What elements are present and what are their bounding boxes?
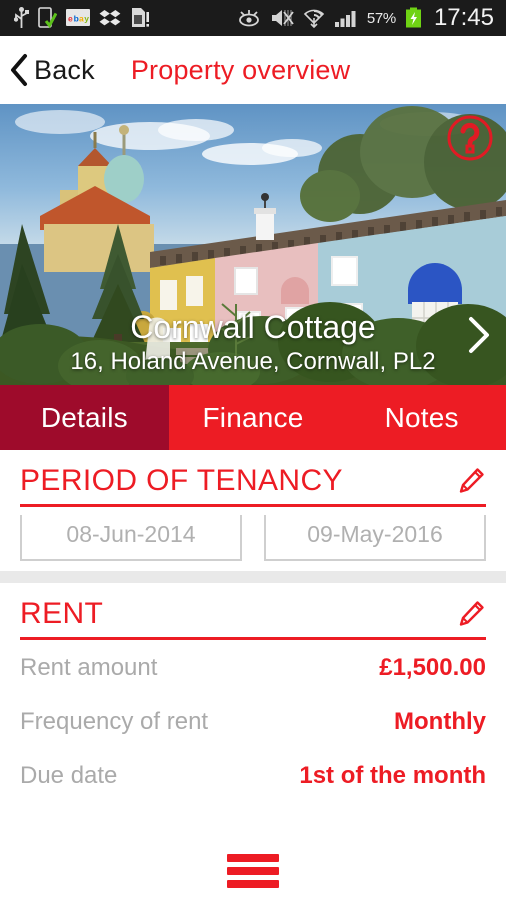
battery-percent-label: 57%	[367, 10, 396, 27]
period-of-tenancy-section: PERIOD OF TENANCY 08-Jun-2014 09-May-201…	[0, 450, 506, 571]
tab-finance-label: Finance	[203, 402, 304, 434]
tenancy-end-date-field[interactable]: 09-May-2016	[264, 515, 486, 561]
rent-due-date-row[interactable]: Due date 1st of the month	[20, 748, 486, 802]
phone-sync-icon	[38, 7, 57, 29]
property-photo[interactable]: Cornwall Cottage 16, Holand Avenue, Corn…	[0, 104, 506, 385]
question-mark-circle-icon[interactable]	[446, 114, 494, 162]
back-label: Back	[34, 55, 95, 86]
tab-details[interactable]: Details	[0, 385, 169, 450]
period-of-tenancy-header: PERIOD OF TENANCY	[20, 450, 486, 502]
hamburger-bar	[227, 867, 279, 875]
smart-stay-eye-icon	[237, 8, 261, 28]
tenancy-start-date-field[interactable]: 08-Jun-2014	[20, 515, 242, 561]
page-title: Property overview	[131, 55, 350, 86]
signal-bars-icon	[334, 8, 358, 28]
navigation-bar: Back Property overview	[0, 36, 506, 104]
rent-amount-row[interactable]: Rent amount £1,500.00	[20, 640, 486, 694]
rent-section: RENT Rent amount £1,500.00 Frequency of …	[0, 583, 506, 802]
section-divider	[0, 571, 506, 583]
rent-frequency-label: Frequency of rent	[20, 708, 208, 736]
rent-due-date-label: Due date	[20, 762, 117, 790]
tab-bar: Details Finance Notes	[0, 385, 506, 450]
sd-card-alert-icon	[130, 7, 150, 29]
ebay-icon: e b a y	[66, 7, 90, 29]
rent-amount-value: £1,500.00	[379, 654, 486, 682]
tab-notes-label: Notes	[385, 402, 459, 434]
status-bar-left-icons: e b a y	[8, 7, 150, 29]
tenancy-date-row: 08-Jun-2014 09-May-2016	[20, 507, 486, 571]
battery-charging-icon	[405, 7, 422, 29]
hamburger-bar	[227, 880, 279, 888]
chevron-left-icon	[8, 53, 30, 87]
property-photo-image	[0, 104, 506, 385]
tab-finance[interactable]: Finance	[169, 385, 338, 450]
usb-icon	[14, 7, 29, 29]
period-of-tenancy-title: PERIOD OF TENANCY	[20, 464, 343, 498]
status-bar: e b a y 57% 17:45	[0, 0, 506, 36]
bottom-bar	[0, 842, 506, 900]
rent-frequency-value: Monthly	[394, 708, 486, 736]
pencil-edit-icon[interactable]	[456, 466, 486, 496]
rent-header: RENT	[20, 583, 486, 635]
rent-due-date-value: 1st of the month	[299, 762, 486, 790]
tab-notes[interactable]: Notes	[337, 385, 506, 450]
wifi-icon	[303, 8, 325, 28]
pencil-edit-icon[interactable]	[456, 599, 486, 629]
status-bar-clock: 17:45	[434, 6, 494, 30]
rent-title: RENT	[20, 597, 103, 631]
rent-amount-label: Rent amount	[20, 654, 157, 682]
hamburger-menu-icon[interactable]	[227, 854, 279, 888]
svg-text:e: e	[68, 14, 73, 24]
rent-frequency-row[interactable]: Frequency of rent Monthly	[20, 694, 486, 748]
svg-text:y: y	[84, 14, 89, 24]
mute-vibrate-icon	[270, 8, 294, 28]
status-bar-right-icons: 57% 17:45	[237, 6, 498, 30]
next-photo-chevron[interactable]	[458, 311, 498, 359]
dropbox-icon	[99, 7, 121, 29]
hamburger-bar	[227, 854, 279, 862]
tab-details-label: Details	[41, 402, 128, 434]
back-button[interactable]: Back	[8, 53, 95, 87]
